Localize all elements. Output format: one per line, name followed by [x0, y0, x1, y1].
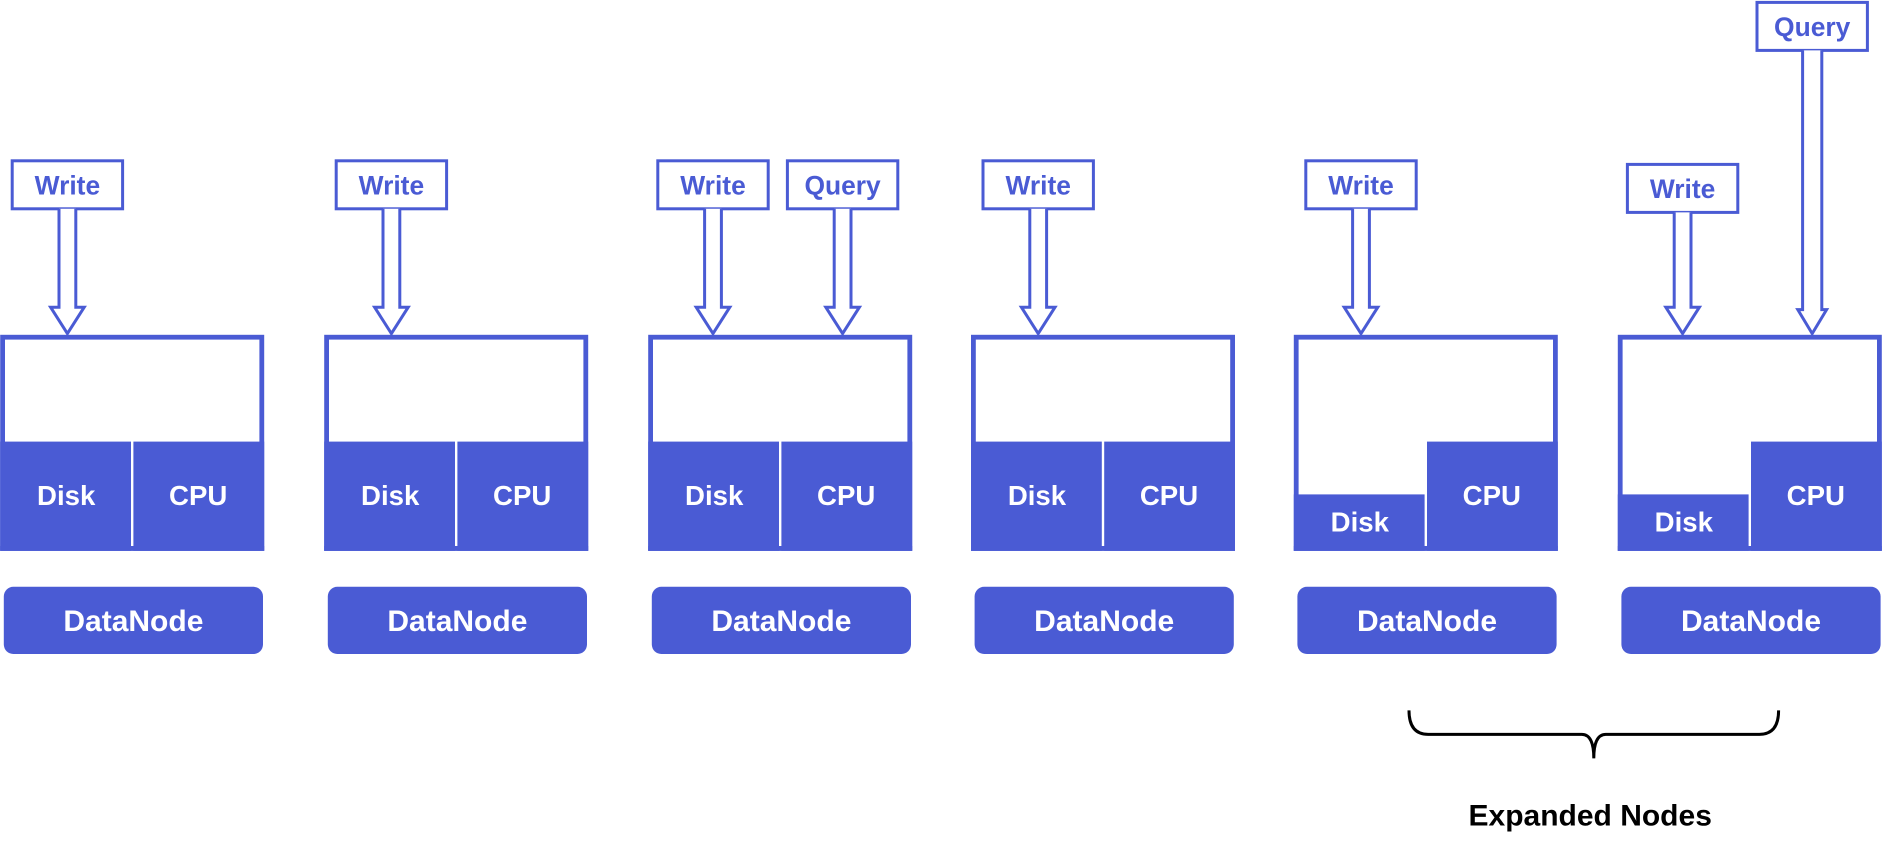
write-arrow: Write [981, 159, 1095, 337]
datanode-group: Disk CPU DataNode Write [0, 159, 265, 654]
arrow-down-icon [1795, 50, 1830, 337]
write-arrow: Write [1304, 159, 1418, 337]
arrow-down-icon [47, 208, 87, 337]
cpu-label: CPU [1787, 480, 1845, 511]
cpu-label: CPU [817, 480, 875, 511]
arrow-label: Write [1328, 170, 1394, 200]
datanode-label: DataNode [711, 605, 851, 638]
datanode-label: DataNode [1034, 605, 1174, 638]
datanode-group: Disk CPU DataNode Write [1293, 159, 1558, 654]
arrow-down-icon [693, 208, 733, 337]
datanode-label: DataNode [63, 605, 203, 638]
write-arrow: Write [10, 159, 125, 337]
disk-label: Disk [685, 480, 744, 511]
disk-label: Disk [361, 480, 420, 511]
expanded-nodes-label: Expanded Nodes [1469, 800, 1712, 833]
datanode-group: Disk CPU DataNode Write [324, 159, 589, 654]
datanode-group: Disk CPU DataNode Write [971, 159, 1235, 654]
node-base [971, 546, 1235, 551]
node-base [324, 546, 589, 551]
disk-label: Disk [1008, 480, 1067, 511]
arrow-label: Query [1774, 12, 1851, 42]
query-arrow: Query [785, 159, 900, 337]
arrow-label: Write [680, 170, 745, 200]
cpu-label: CPU [169, 480, 227, 511]
datanode-label: DataNode [1357, 605, 1497, 638]
arrow-down-icon [1663, 212, 1703, 337]
arrow-label: Write [1005, 170, 1071, 200]
query-arrow: Query [1755, 0, 1869, 337]
write-arrow: Write [1625, 162, 1740, 337]
disk-label: Disk [1331, 507, 1390, 538]
cpu-label: CPU [1463, 480, 1521, 511]
datanode-group: Disk CPU DataNode Write Query [648, 159, 913, 654]
write-arrow: Write [656, 159, 770, 337]
datanode-diagram: Disk CPU DataNode Write Disk CPU DataNode Write… [0, 0, 1882, 833]
expanded-nodes-brace [1407, 710, 1781, 759]
arrow-down-icon [1018, 208, 1058, 337]
arrow-down-icon [1341, 208, 1381, 337]
datanode-group: Disk CPU DataNode Write Query [1617, 0, 1882, 654]
arrow-label: Write [35, 170, 101, 200]
cpu-label: CPU [493, 480, 551, 511]
disk-label: Disk [37, 480, 96, 511]
datanode-label: DataNode [387, 605, 527, 638]
node-base [0, 546, 265, 551]
write-arrow: Write [334, 159, 449, 337]
node-base [648, 546, 913, 551]
cpu-label: CPU [1140, 480, 1198, 511]
arrow-down-icon [371, 208, 411, 337]
arrow-label: Query [804, 170, 881, 200]
arrow-down-icon [823, 208, 863, 337]
datanode-label: DataNode [1681, 605, 1821, 638]
arrow-label: Write [1650, 174, 1716, 204]
arrow-label: Write [359, 170, 425, 200]
node-base [1617, 546, 1882, 551]
disk-label: Disk [1655, 507, 1714, 538]
node-base [1293, 546, 1558, 551]
